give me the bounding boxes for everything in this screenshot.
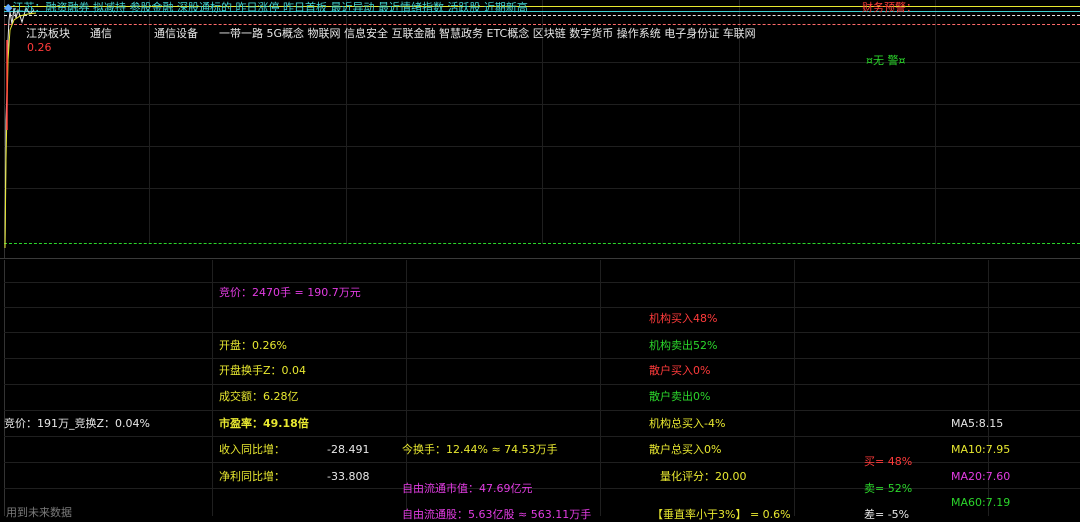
free-float-shares: 自由流通股：5.63亿股 ≈ 563.11万手 [402,508,592,521]
revenue-growth-value: -28.491 [327,443,370,456]
ma60-value: MA60:7.19 [951,496,1011,509]
sector-concepts[interactable]: 一带一路 5G概念 物联网 信息安全 互联金融 智慧政务 ETC概念 区块链 数… [219,27,756,41]
grid-line [4,146,1080,147]
auction-info: 竞价：2470手 = 190.7万元 [219,286,361,299]
prev-close-line [4,15,1080,16]
finance-alert[interactable]: 财务预警： [862,1,917,15]
ma20-value: MA20:7.60 [951,470,1011,483]
no-alert-badge: ¤无 警¤ [866,54,906,67]
sector-industry[interactable]: 通信 [90,27,112,41]
grid-line [600,260,601,516]
tag-text: 江苏：融资融券 拟减持 参股金融 深股通标的 昨日涨停 昨日首板 最近异动 最近… [12,1,528,14]
grid-line [4,104,1080,105]
buy-pct: 买= 48% [864,455,913,468]
pe-ratio: 市盈率：49.18倍 [219,417,309,430]
grid-line [935,0,936,244]
grid-line [4,410,1080,411]
volume-amount: 成交额：6.28亿 [219,390,299,403]
quant-score: 量化评分：20.00 [660,470,747,483]
grid-line [4,358,1080,359]
open-pct: 开盘：0.26% [219,339,287,352]
open-turnover: 开盘换手Z：0.04 [219,364,307,377]
diff-pct: 差= -5% [864,508,910,521]
ma5-value: MA5:8.15 [951,417,1004,430]
grid-line [149,0,150,244]
sector-subindustry[interactable]: 通信设备 [154,27,198,41]
grid-line [4,282,1080,283]
dot-icon: ¤ [898,54,906,67]
turnover-threshold: 【垂直率小于3%】 = 0.6% [652,508,791,521]
grid-line [4,488,1080,489]
inst-total-buy: 机构总买入-4% [649,417,726,430]
profit-growth-value: -33.808 [327,470,370,483]
panel-separator [0,258,1080,259]
limit-down-line [4,243,1080,244]
grid-line [4,307,1080,308]
grid-line [4,188,1080,189]
price-label: 0.26 [27,41,52,54]
inst-sell: 机构卖出52% [649,339,718,352]
sector-region[interactable]: 江苏板块 [26,27,70,41]
grid-line [4,260,5,516]
tag-line: ◆江苏：融资融券 拟减持 参股金融 深股通标的 昨日涨停 昨日首板 最近异动 最… [4,1,528,15]
grid-line [4,332,1080,333]
grid-line [4,384,1080,385]
inst-buy: 机构买入48% [649,312,718,325]
grid-line [212,260,213,516]
sell-pct: 卖= 52% [864,482,913,495]
auction-summary: 竞价：191万_竞换Z：0.04% [4,417,150,430]
profit-growth-label: 净利同比增： [219,470,285,483]
free-float-value: 自由流通市值：47.69亿元 [402,482,533,495]
retail-buy: 散户买入0% [649,364,711,377]
ma10-value: MA10:7.95 [951,443,1011,456]
grid-line [4,462,1080,463]
grid-line [4,62,1080,63]
limit-up-line [4,24,1080,25]
grid-line [4,436,1080,437]
revenue-growth-label: 收入同比增： [219,443,285,456]
grid-line [406,260,407,516]
dot-icon: ¤ [866,54,873,67]
future-data-note: 用到未来数据 [6,506,72,519]
retail-sell: 散户卖出0% [649,390,711,403]
retail-total-buy: 散户总买入0% [649,443,722,456]
turnover-today: 今换手：12.44% ≈ 74.53万手 [402,443,558,456]
grid-line [794,260,795,516]
